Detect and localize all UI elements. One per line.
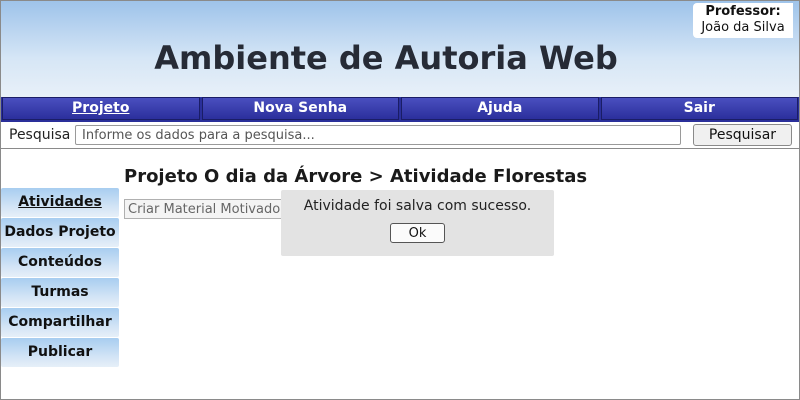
- app-title: Ambiente de Autoria Web: [154, 39, 618, 77]
- success-dialog: Atividade foi salva com sucesso. Ok: [281, 190, 554, 256]
- sidebar: Atividades Dados Projeto Conteúdos Turma…: [1, 188, 119, 368]
- nav-item-sair[interactable]: Sair: [600, 97, 798, 120]
- top-nav: Projeto Nova Senha Ajuda Sair: [1, 97, 799, 122]
- sidebar-item-publicar[interactable]: Publicar: [1, 338, 119, 367]
- sidebar-item-atividades[interactable]: Atividades: [1, 188, 119, 217]
- professor-info: Professor: João da Silva: [693, 3, 793, 38]
- nav-item-nova-senha[interactable]: Nova Senha: [201, 97, 399, 120]
- search-button[interactable]: Pesquisar: [693, 124, 792, 146]
- breadcrumb: Projeto O dia da Árvore > Atividade Flor…: [124, 166, 588, 187]
- search-input[interactable]: [75, 125, 681, 145]
- ok-button[interactable]: Ok: [390, 223, 445, 243]
- search-bar: Pesquisa Pesquisar: [1, 122, 799, 149]
- professor-name: João da Silva: [701, 20, 785, 35]
- sidebar-item-turmas[interactable]: Turmas: [1, 278, 119, 307]
- sidebar-item-conteudos[interactable]: Conteúdos: [1, 248, 119, 277]
- search-label: Pesquisa: [9, 127, 71, 143]
- nav-item-projeto[interactable]: Projeto: [2, 97, 200, 120]
- sidebar-item-compartilhar[interactable]: Compartilhar: [1, 308, 119, 337]
- dialog-message: Atividade foi salva com sucesso.: [303, 198, 532, 214]
- professor-label: Professor:: [705, 4, 781, 19]
- material-input[interactable]: [124, 199, 294, 219]
- nav-item-ajuda[interactable]: Ajuda: [401, 97, 599, 120]
- header: Ambiente de Autoria Web Professor: João …: [1, 1, 799, 98]
- sidebar-item-dados-projeto[interactable]: Dados Projeto: [1, 218, 119, 247]
